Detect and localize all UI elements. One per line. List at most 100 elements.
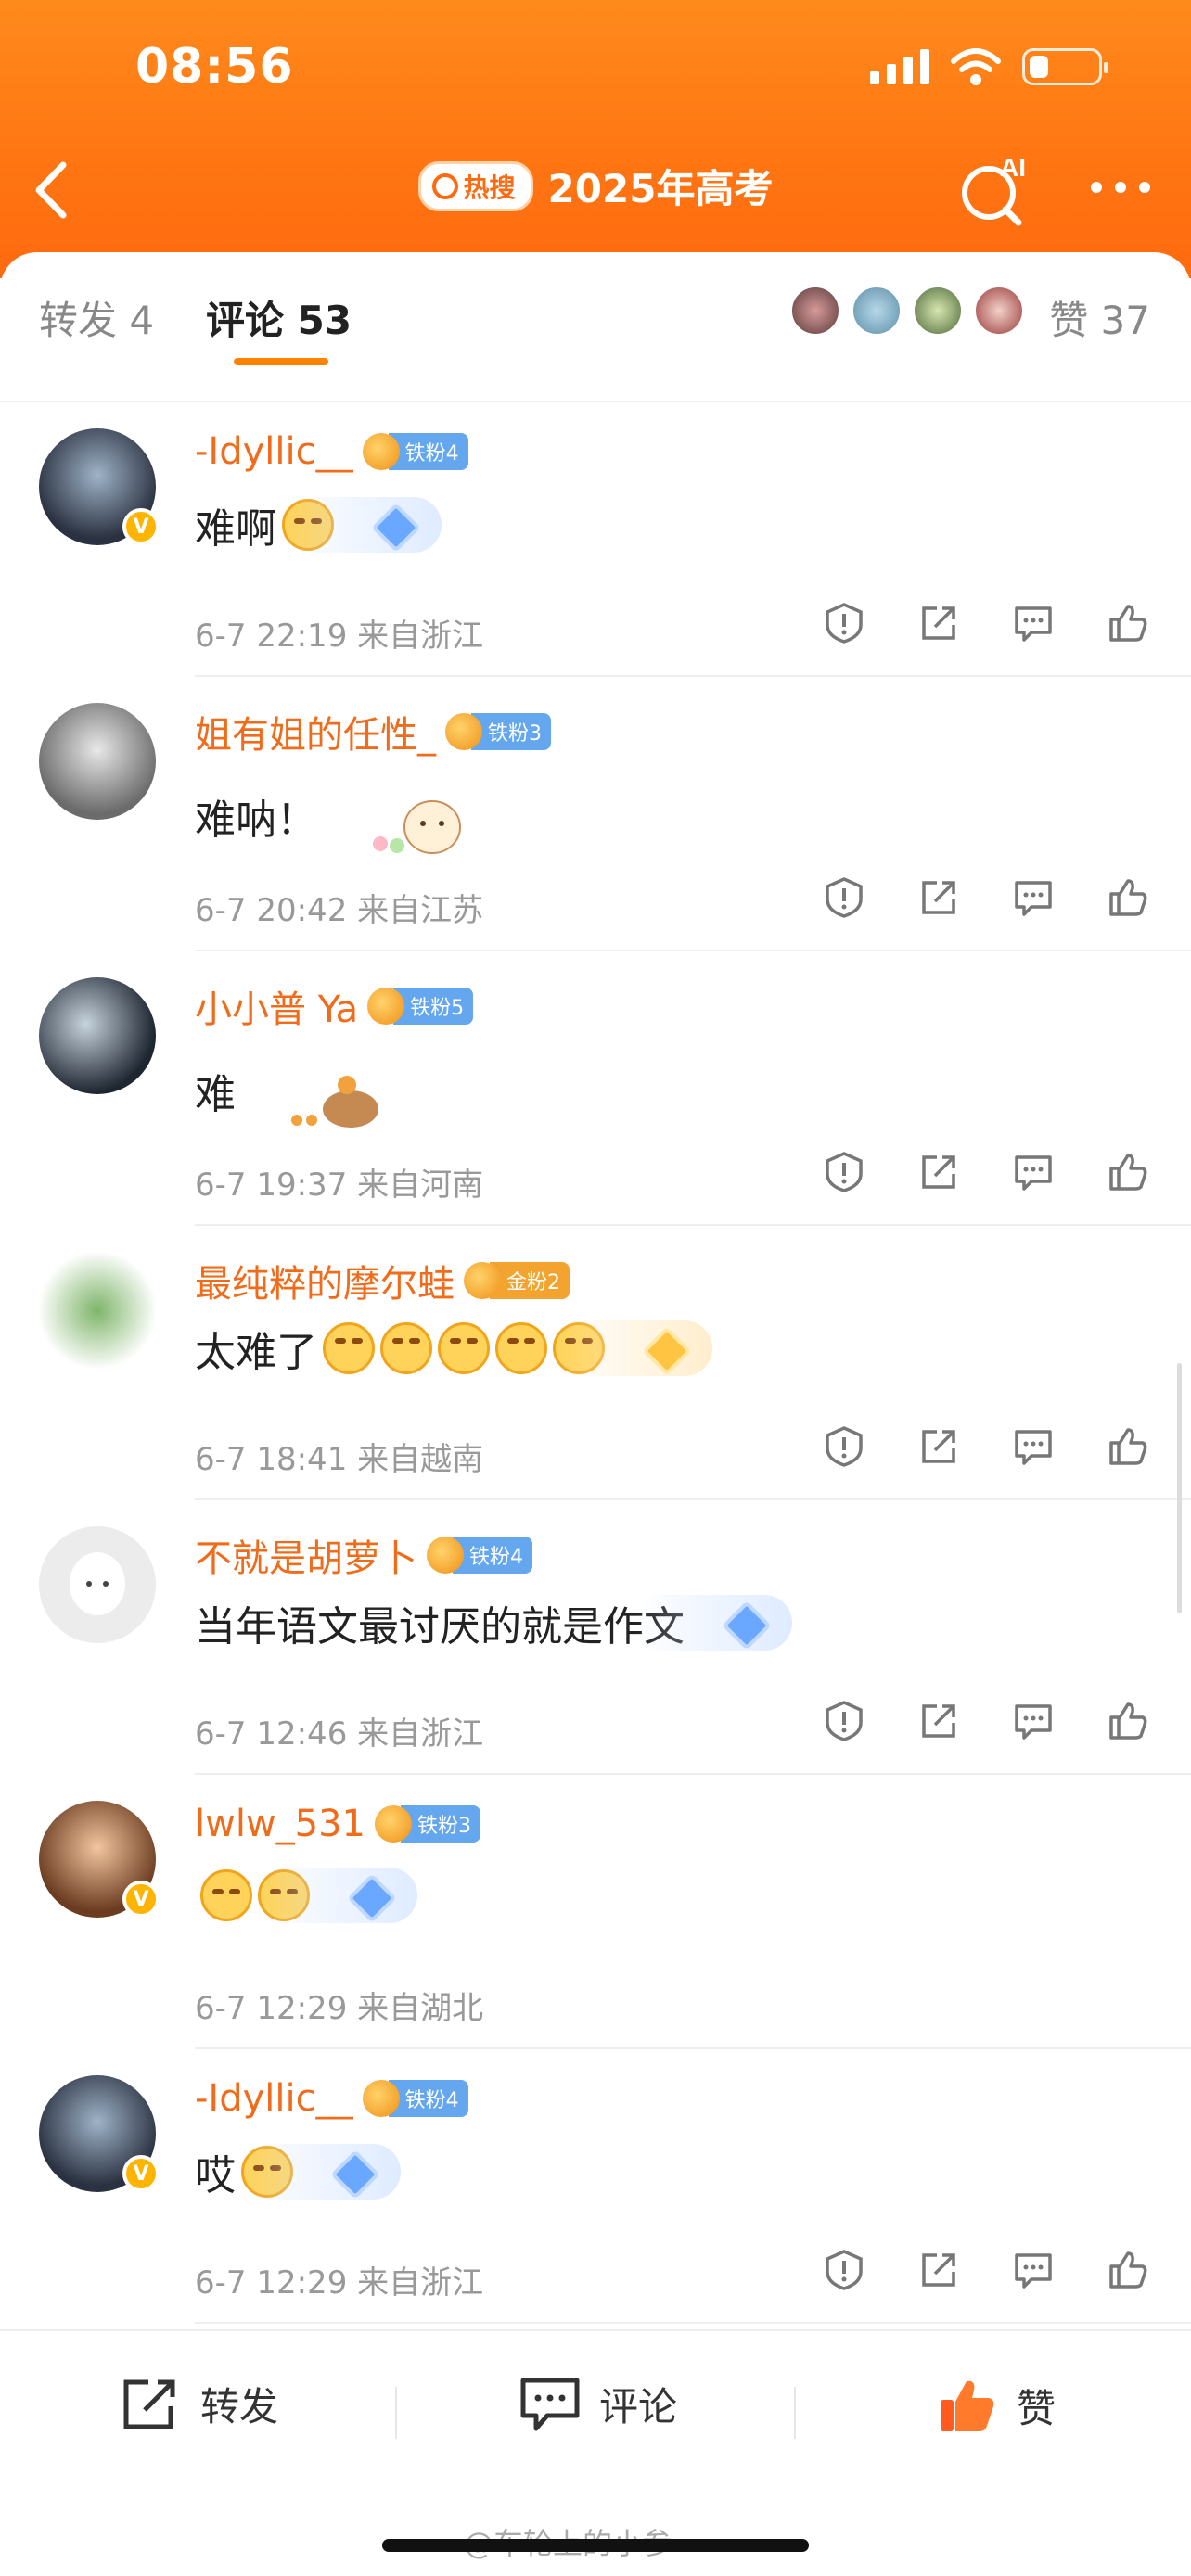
like-icon[interactable] [1106,1424,1150,1469]
comment-text: 哎 [195,2152,236,2200]
reply-icon[interactable] [1011,1424,1056,1469]
reply-icon[interactable] [1011,2248,1056,2292]
header: 08:56 热搜 2025年高考 AI [0,0,1191,278]
fan-badge: 铁粉3 [375,1805,481,1843]
comment-text: 难呐！ [195,797,317,844]
like-icon[interactable] [1106,1699,1150,1743]
battery-icon [1022,48,1108,85]
tab-indicator [234,358,328,365]
comment-item[interactable]: 小小普 Ya 铁粉5 难 6-7 19:37 来自河南 [0,951,1191,1226]
share-icon[interactable] [916,1424,961,1469]
tab-repost[interactable]: 转发 4 [39,289,154,346]
report-icon[interactable] [822,875,866,920]
share-icon[interactable] [916,875,961,920]
avatar[interactable]: V [39,428,160,545]
like-icon[interactable] [1106,1150,1150,1194]
reply-icon[interactable] [1011,875,1056,920]
badge-decoration [555,1320,712,1376]
ai-label: AI [1000,153,1026,182]
avatar[interactable]: V [39,2075,160,2192]
diamond-icon [722,1600,772,1651]
username[interactable]: -Idyllic__ [195,430,353,473]
home-indicator[interactable] [382,2539,809,2552]
comment-text: 难 [195,1071,236,1118]
comment-item[interactable]: V -Idyllic__ 铁粉4 哎 6-7 12:29 来自浙江 [0,2049,1191,2324]
signal-icon [870,49,929,84]
capybara-sticker-icon [291,1076,378,1128]
username[interactable]: 姐有姐的任性_ [195,705,436,759]
avatar[interactable] [39,977,156,1094]
comment-item[interactable]: 最纯粹的摩尔蛙 金粉2 太难了 6-7 18:41 来自越南 [0,1226,1191,1500]
report-icon[interactable] [822,1150,866,1194]
comment-text: 当年语文最讨厌的就是作文 [195,1603,685,1651]
tab-comments[interactable]: 评论 53 [206,289,352,346]
badge-decoration [284,497,442,553]
scrollbar[interactable] [1177,1363,1182,1613]
crown-icon [362,433,400,470]
grin-emoji-icon [323,1322,375,1374]
verified-badge: V [122,2155,160,2192]
avatar[interactable] [39,1526,156,1643]
reply-icon[interactable] [1011,1150,1056,1194]
comment-text: 难啊 [195,505,276,553]
report-icon[interactable] [822,1699,866,1743]
username[interactable]: 不就是胡萝卜 [195,1528,417,1582]
comment-text-row: 太难了 [195,1319,712,1378]
comment-item[interactable]: V -Idyllic__ 铁粉4 难啊 6-7 22:19 来自浙江 [0,402,1191,677]
comment-text-row [195,1868,417,1923]
comment-text-row: 难呐！ [195,770,462,862]
fan-badge: 铁粉4 [427,1537,532,1574]
wifi-icon [951,48,1001,85]
comment-item[interactable]: 不就是胡萝卜 铁粉4 当年语文最讨厌的就是作文 6-7 12:46 来自浙江 [0,1500,1191,1775]
like-icon[interactable] [1106,601,1150,645]
thumbs-up-icon [941,2380,994,2431]
username[interactable]: 小小普 Ya [195,979,358,1033]
fan-badge: 金粉2 [464,1262,570,1299]
diamond-icon [330,2149,380,2200]
reply-icon[interactable] [1011,601,1056,645]
crown-icon [362,2080,400,2117]
comment-meta: 6-7 22:19 来自浙江 [195,618,484,655]
comment-text: 太难了 [195,1329,317,1376]
report-icon[interactable] [822,1424,866,1469]
reply-icon[interactable] [1011,1699,1056,1743]
comment-meta: 6-7 18:41 来自越南 [195,1441,484,1478]
share-icon[interactable] [916,1699,961,1743]
username[interactable]: 最纯粹的摩尔蛙 [195,1254,455,1307]
like-icon[interactable] [1106,875,1150,920]
comment-button[interactable]: 评论 [519,2376,677,2432]
crown-icon [367,988,405,1025]
cat-sticker-icon [373,800,461,854]
avatar [790,286,840,336]
like-icon[interactable] [1106,2248,1150,2292]
tab-likes[interactable]: 赞 37 [1049,289,1150,346]
ai-search-icon[interactable]: AI [957,152,1033,228]
avatar[interactable] [39,703,156,820]
liker-avatars[interactable] [790,286,1024,336]
more-icon[interactable] [1091,182,1150,193]
badge-decoration [243,2144,401,2200]
share-icon[interactable] [916,601,961,645]
comment-item[interactable]: 姐有姐的任性_ 铁粉3 难呐！ 6-7 20:42 来自江苏 [0,677,1191,951]
verified-badge: V [122,508,160,545]
username[interactable]: -Idyllic__ [195,2077,353,2120]
share-icon[interactable] [916,1150,961,1194]
share-icon[interactable] [916,2248,961,2292]
report-icon[interactable] [822,2248,866,2292]
comment-item[interactable]: V lwlw_531 铁粉3 6-7 12:29 来自湖北 [0,1775,1191,2049]
comment-meta: 6-7 19:37 来自河南 [195,1167,484,1204]
fan-badge: 铁粉4 [362,2080,468,2117]
grin-emoji-icon [495,1322,547,1374]
like-button[interactable]: 赞 [937,2376,1056,2435]
divider [794,2387,796,2439]
avatar[interactable] [39,1252,156,1369]
repost-button[interactable]: 转发 [121,2376,278,2432]
avatar[interactable]: V [39,1801,160,1918]
report-icon[interactable] [822,601,866,645]
username[interactable]: lwlw_531 [195,1803,365,1845]
hot-search-badge[interactable]: 热搜 [417,160,533,211]
verified-badge: V [122,1881,160,1918]
fan-badge: 铁粉4 [362,433,468,470]
crown-icon [464,1262,501,1299]
diamond-icon [347,1873,397,1923]
